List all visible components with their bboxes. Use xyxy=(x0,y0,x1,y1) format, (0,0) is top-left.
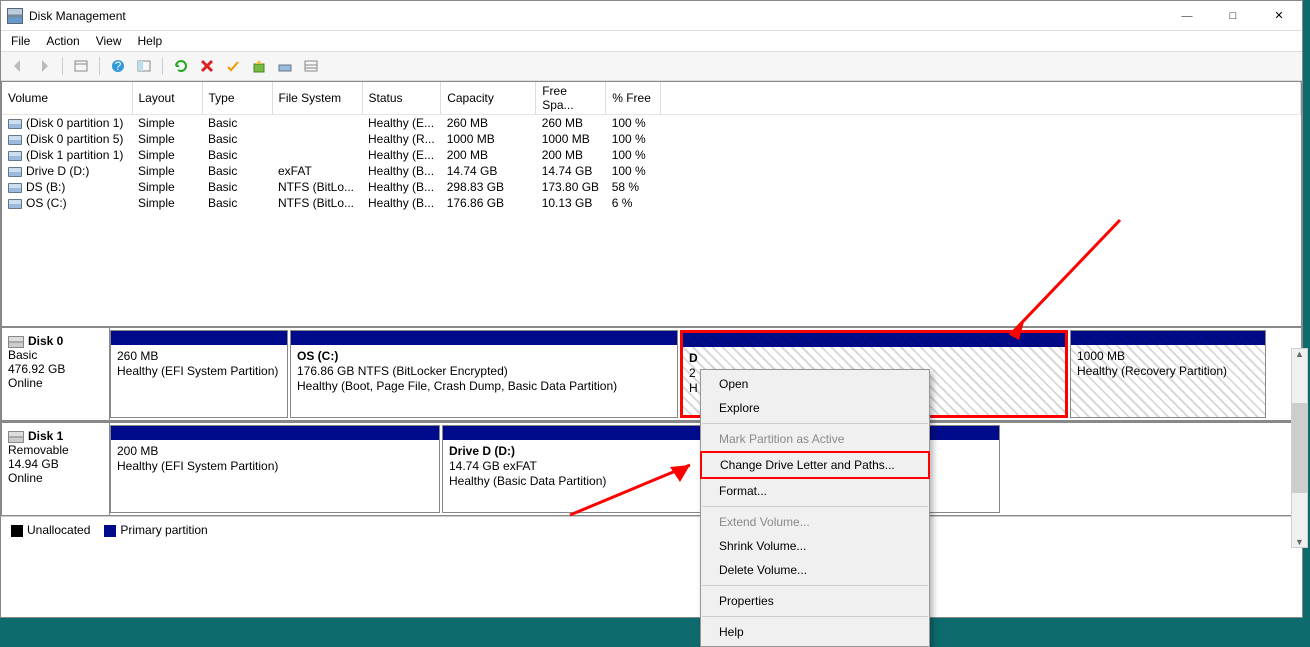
col-pfree[interactable]: % Free xyxy=(606,82,661,115)
maximize-button[interactable]: □ xyxy=(1210,1,1256,31)
legend-swatch-primary xyxy=(104,525,116,537)
ctx-format[interactable]: Format... xyxy=(701,479,929,503)
check-icon[interactable] xyxy=(222,55,244,77)
back-button[interactable] xyxy=(7,55,29,77)
col-status[interactable]: Status xyxy=(362,82,441,115)
table-row[interactable]: (Disk 0 partition 1)SimpleBasicHealthy (… xyxy=(2,115,1301,132)
help-icon[interactable]: ? xyxy=(107,55,129,77)
menu-help[interactable]: Help xyxy=(138,34,163,48)
table-row[interactable]: (Disk 1 partition 1)SimpleBasicHealthy (… xyxy=(2,147,1301,163)
ctx-change-letter[interactable]: Change Drive Letter and Paths... xyxy=(702,453,928,477)
ctx-extend[interactable]: Extend Volume... xyxy=(701,510,929,534)
menu-action[interactable]: Action xyxy=(46,34,79,48)
hdd-icon xyxy=(8,336,24,348)
table-row[interactable]: Drive D (D:)SimpleBasicexFATHealthy (B..… xyxy=(2,163,1301,179)
menu-view[interactable]: View xyxy=(96,34,122,48)
minimize-button[interactable]: — xyxy=(1164,1,1210,31)
col-free[interactable]: Free Spa... xyxy=(536,82,606,115)
annotation-arrow xyxy=(560,455,710,528)
toolbar: ? xyxy=(1,52,1302,81)
menubar: File Action View Help xyxy=(1,31,1302,52)
list-icon[interactable] xyxy=(300,55,322,77)
forward-button[interactable] xyxy=(33,55,55,77)
up-icon[interactable] xyxy=(248,55,270,77)
app-icon xyxy=(7,8,23,24)
window-title: Disk Management xyxy=(29,9,1164,23)
partition[interactable]: OS (C:)176.86 GB NTFS (BitLocker Encrypt… xyxy=(290,330,678,418)
col-layout[interactable]: Layout xyxy=(132,82,202,115)
disk-1-header[interactable]: Disk 1 Removable 14.94 GB Online xyxy=(2,423,110,515)
table-row[interactable]: DS (B:)SimpleBasicNTFS (BitLo...Healthy … xyxy=(2,179,1301,195)
table-row[interactable]: OS (C:)SimpleBasicNTFS (BitLo...Healthy … xyxy=(2,195,1301,211)
refresh-icon[interactable] xyxy=(170,55,192,77)
col-volume[interactable]: Volume xyxy=(2,82,132,115)
show-hide-button[interactable] xyxy=(70,55,92,77)
panel-icon[interactable] xyxy=(133,55,155,77)
ctx-mark-active[interactable]: Mark Partition as Active xyxy=(701,427,929,451)
col-capacity[interactable]: Capacity xyxy=(441,82,536,115)
context-menu: Open Explore Mark Partition as Active Ch… xyxy=(700,369,930,647)
menu-file[interactable]: File xyxy=(11,34,30,48)
titlebar: Disk Management — □ ✕ xyxy=(1,1,1302,31)
ctx-explore[interactable]: Explore xyxy=(701,396,929,420)
hdd-icon xyxy=(8,431,24,443)
disk-0-header[interactable]: Disk 0 Basic 476.92 GB Online xyxy=(2,328,110,420)
partition[interactable]: 200 MBHealthy (EFI System Partition) xyxy=(110,425,440,513)
ctx-help[interactable]: Help xyxy=(701,620,929,644)
vertical-scrollbar[interactable]: ▲▼ xyxy=(1291,348,1308,548)
close-button[interactable]: ✕ xyxy=(1256,1,1302,31)
ctx-delete[interactable]: Delete Volume... xyxy=(701,558,929,582)
partition[interactable]: 260 MBHealthy (EFI System Partition) xyxy=(110,330,288,418)
table-row[interactable]: (Disk 0 partition 5)SimpleBasicHealthy (… xyxy=(2,131,1301,147)
ctx-open[interactable]: Open xyxy=(701,372,929,396)
col-type[interactable]: Type xyxy=(202,82,272,115)
annotation-arrow xyxy=(990,210,1130,353)
col-fs[interactable]: File System xyxy=(272,82,362,115)
ctx-properties[interactable]: Properties xyxy=(701,589,929,613)
svg-text:?: ? xyxy=(115,59,122,73)
legend-swatch-unallocated xyxy=(11,525,23,537)
ctx-shrink[interactable]: Shrink Volume... xyxy=(701,534,929,558)
delete-icon[interactable] xyxy=(196,55,218,77)
disk-icon[interactable] xyxy=(274,55,296,77)
